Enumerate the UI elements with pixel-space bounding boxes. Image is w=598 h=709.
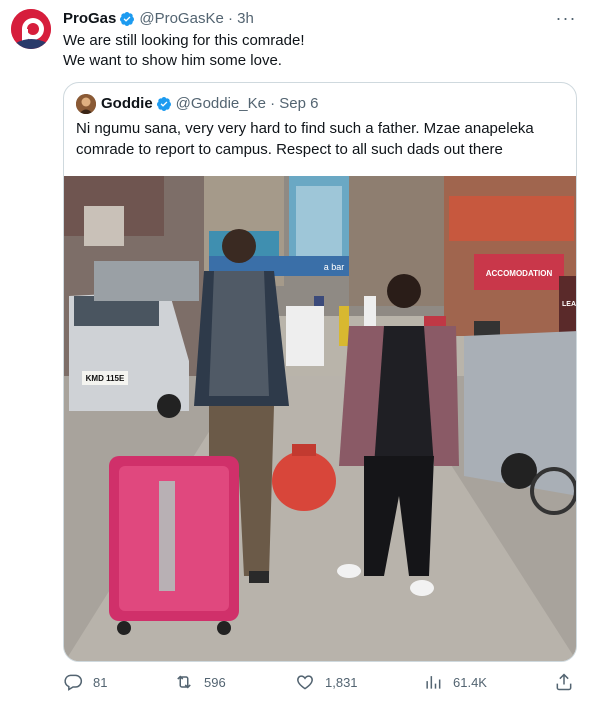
action-bar: 81 596 1,831 61.4K: [63, 672, 583, 698]
handle-and-time[interactable]: @ProGasKe · 3h: [139, 10, 253, 28]
reply-icon: [64, 674, 83, 691]
retweet-button[interactable]: 596: [174, 672, 226, 692]
photo-sign-text: ACCOMODATION: [486, 269, 553, 278]
reply-count: 81: [93, 674, 108, 690]
retweet-count: 596: [204, 674, 226, 690]
tweet: ProGas @ProGasKe · 3h ··· We are still l…: [0, 0, 598, 709]
retweet-icon: [177, 675, 191, 689]
share-button[interactable]: [554, 672, 574, 692]
license-plate-text: KMD 115E: [86, 374, 125, 383]
author-name[interactable]: ProGas: [63, 10, 116, 28]
quoted-handle-and-time: @Goddie_Ke · Sep 6: [175, 95, 319, 112]
quoted-author-name: Goddie: [101, 95, 153, 112]
verified-badge-icon: [119, 11, 135, 27]
like-count: 1,831: [325, 674, 358, 690]
reply-button[interactable]: 81: [63, 672, 107, 692]
like-button[interactable]: 1,831: [295, 672, 358, 692]
tweet-text: We are still looking for this comrade! W…: [63, 31, 305, 71]
verified-badge-icon: [156, 96, 172, 112]
quoted-tweet-text: Ni ngumu sana, very very hard to find su…: [76, 120, 534, 158]
views-chart-icon: [426, 676, 441, 689]
quoted-tweet[interactable]: Goddie @Goddie_Ke · Sep 6 Ni ngumu sana,…: [63, 82, 577, 662]
photo-sign-text: a bar: [324, 262, 345, 272]
tweet-text-line: We want to show him some love.: [63, 52, 282, 69]
quoted-avatar: [76, 94, 96, 114]
heart-icon: [297, 675, 313, 690]
tweet-header: ProGas @ProGasKe · 3h: [63, 10, 254, 28]
views-button[interactable]: 61.4K: [423, 672, 487, 692]
quoted-photo[interactable]: ACCOMODATION LEA a bar KMD 115E: [64, 176, 576, 661]
progas-logo-icon: [11, 9, 51, 49]
quoted-tweet-header: Goddie @Goddie_Ke · Sep 6: [76, 94, 319, 114]
tweet-text-line: We are still looking for this comrade!: [63, 32, 305, 49]
more-options-icon[interactable]: ···: [554, 8, 578, 28]
views-count: 61.4K: [453, 674, 487, 690]
photo-sign-text: LEA: [562, 301, 576, 308]
avatar[interactable]: [11, 9, 51, 49]
share-icon: [556, 673, 572, 691]
